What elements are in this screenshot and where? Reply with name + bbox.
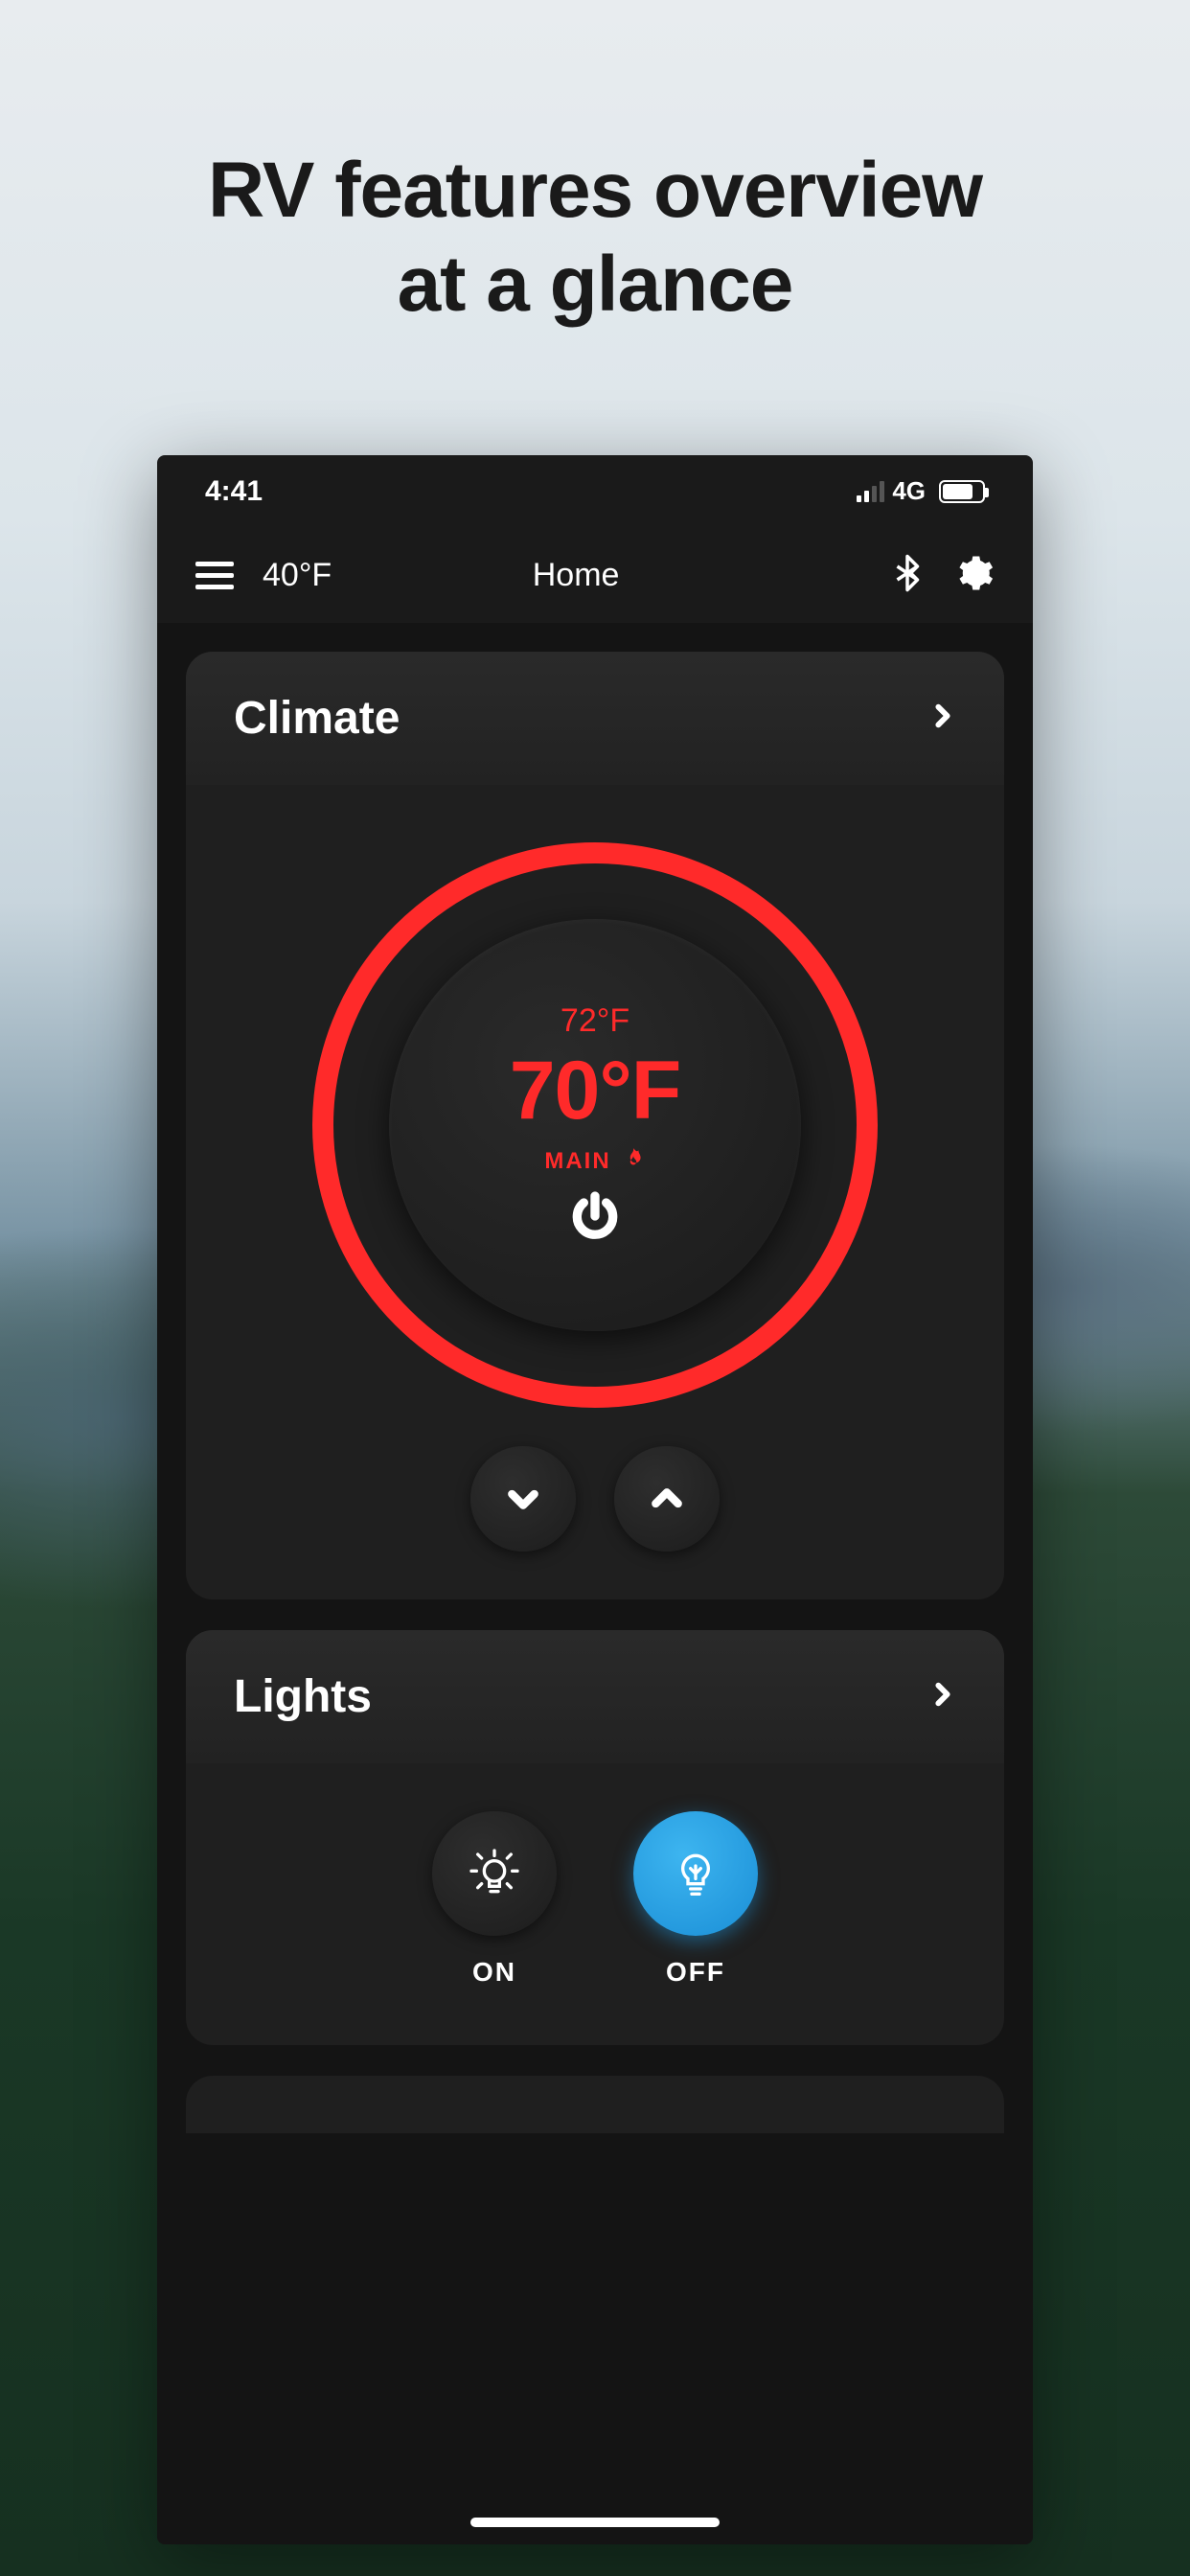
status-right: 4G — [857, 476, 985, 506]
page-title: Home — [264, 557, 887, 594]
lights-body: ON OFF — [186, 1763, 1004, 2045]
lights-off-label: OFF — [666, 1957, 725, 1988]
lights-on-button[interactable] — [432, 1811, 557, 1936]
bluetooth-icon[interactable] — [887, 553, 927, 598]
temp-up-button[interactable] — [614, 1446, 720, 1552]
bulb-off-icon — [665, 1843, 726, 1904]
lights-on-label: ON — [472, 1957, 516, 1988]
network-label: 4G — [892, 476, 926, 506]
lights-title: Lights — [234, 1670, 372, 1723]
chevron-right-icon — [929, 702, 956, 734]
lights-off-button[interactable] — [633, 1811, 758, 1936]
home-indicator[interactable] — [470, 2518, 720, 2527]
status-time: 4:41 — [205, 475, 263, 508]
headline-line1: RV features overview — [0, 144, 1190, 238]
lights-card: Lights ON — [186, 1630, 1004, 2045]
next-card-peek[interactable] — [186, 2076, 1004, 2133]
power-button[interactable] — [568, 1189, 622, 1248]
lights-header[interactable]: Lights — [186, 1630, 1004, 1763]
gear-icon[interactable] — [954, 553, 995, 598]
flame-icon — [621, 1146, 646, 1176]
content-area: Climate 72°F 70°F MAIN — [157, 623, 1033, 2544]
phone-frame: 4:41 4G 40°F Home Climate — [157, 455, 1033, 2544]
menu-icon[interactable] — [195, 555, 234, 596]
headline-line2: at a glance — [0, 238, 1190, 332]
current-temp: 70°F — [510, 1044, 681, 1138]
climate-title: Climate — [234, 692, 400, 745]
temp-controls — [186, 1446, 1004, 1552]
climate-card: Climate 72°F 70°F MAIN — [186, 652, 1004, 1599]
chevron-right-icon — [929, 1681, 956, 1713]
status-bar: 4:41 4G — [157, 455, 1033, 527]
app-header: 40°F Home — [157, 527, 1033, 623]
signal-icon — [857, 481, 884, 502]
target-temp: 72°F — [561, 1002, 629, 1040]
thermostat-dial[interactable]: 72°F 70°F MAIN — [312, 842, 878, 1408]
climate-body: 72°F 70°F MAIN — [186, 785, 1004, 1599]
dial-inner: 72°F 70°F MAIN — [389, 919, 801, 1331]
climate-header[interactable]: Climate — [186, 652, 1004, 785]
temp-down-button[interactable] — [470, 1446, 576, 1552]
battery-icon — [939, 480, 985, 503]
zone-label: MAIN — [544, 1148, 610, 1175]
bulb-on-icon — [464, 1843, 525, 1904]
marketing-headline: RV features overview at a glance — [0, 144, 1190, 333]
